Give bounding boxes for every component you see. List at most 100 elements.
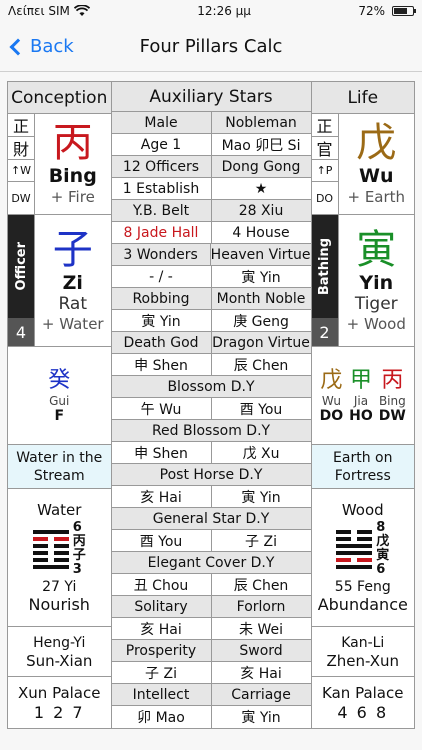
star-value[interactable]: Mao 卯巳 Si xyxy=(210,134,311,155)
star-header-row: General Star D.Y xyxy=(111,508,311,530)
star-value[interactable]: 亥 Hai xyxy=(112,618,211,639)
star-value[interactable]: 8 Jade Hall xyxy=(112,222,211,243)
hexagram-name: Nourish xyxy=(28,595,90,614)
hidden-stem-code: DW xyxy=(378,407,406,424)
star-value[interactable]: 寅 Yin xyxy=(210,486,311,507)
star-value[interactable]: 酉 You xyxy=(210,398,311,419)
star-header-label: Elegant Cover D.Y xyxy=(147,554,275,571)
hexagram-side-3: 寅 xyxy=(376,548,390,563)
star-value[interactable]: 卯 Mao xyxy=(112,706,211,728)
star-header-label: Sword xyxy=(210,640,311,661)
ten-god-char-2: 財 xyxy=(8,137,34,160)
hidden-stem-code: DO xyxy=(319,407,344,424)
nayin-cell[interactable]: Earth on Fortress xyxy=(311,445,415,489)
clock-text: 12:26 μμ xyxy=(197,4,251,18)
star-value[interactable]: 子 Zi xyxy=(112,662,211,683)
star-header-row: Prosperity Sword xyxy=(111,640,311,662)
star-value[interactable]: 申 Shen xyxy=(112,354,211,375)
star-value-row: 亥 Hai 寅 Yin xyxy=(111,486,311,508)
chevron-left-icon xyxy=(9,38,27,55)
branch-animal: Rat xyxy=(58,293,88,314)
star-header-label: Dragon Virtue xyxy=(210,332,311,353)
star-value[interactable]: 子 Zi xyxy=(210,530,311,551)
back-button[interactable]: Back xyxy=(0,36,74,57)
star-value[interactable]: 寅 Yin xyxy=(112,310,211,331)
polarity-tag: DO xyxy=(315,191,334,205)
star-header-label: Heaven Virtue xyxy=(209,244,311,265)
conception-branch-cell[interactable]: Officer 4 子 Zi Rat + Water xyxy=(8,215,111,347)
star-value[interactable]: 戊 Xu xyxy=(210,442,311,463)
strength-tag: ↑P xyxy=(311,160,338,182)
palace-cell: Xun Palace 1 2 7 xyxy=(8,677,111,728)
nayin-cell[interactable]: Water in the Stream xyxy=(8,445,111,489)
star-value-row: 丑 Chou 辰 Chen xyxy=(111,574,311,596)
strength-tag: ↑W xyxy=(8,160,34,182)
star-value[interactable]: 辰 Chen xyxy=(210,354,311,375)
branch-element: + Wood xyxy=(346,314,406,333)
star-value[interactable]: 申 Shen xyxy=(112,442,211,463)
hexagram-number: 55 Feng xyxy=(334,579,391,595)
star-header-row: Blossom D.Y xyxy=(111,376,311,398)
stem-pinyin: Bing xyxy=(48,165,97,187)
star-header-row: 3 Wonders Heaven Virtue xyxy=(111,244,311,266)
star-value-row: 亥 Hai 未 Wei xyxy=(111,618,311,640)
polarity-tag: DW xyxy=(11,191,31,205)
star-header-label: 3 Wonders xyxy=(123,246,198,263)
star-value[interactable]: 庚 Geng xyxy=(210,310,311,331)
hexagram-cell[interactable]: Water 6 丙 子 3 27 Yi Nourish xyxy=(8,489,111,627)
hidden-stem-char: 戊 xyxy=(320,367,343,393)
star-value[interactable]: 酉 You xyxy=(112,530,211,551)
branch-pinyin: Zi xyxy=(62,271,83,294)
growth-stage-number: 4 xyxy=(8,318,34,346)
palace-name: Xun Palace xyxy=(18,683,101,702)
star-value-row: 卯 Mao 寅 Yin xyxy=(112,706,311,728)
star-value[interactable]: Age 1 xyxy=(112,134,211,155)
palace-name: Kan Palace xyxy=(322,683,404,702)
star-header-label: Y.B. Belt xyxy=(132,202,190,219)
hexagram-side-1: 8 xyxy=(376,520,386,535)
star-value[interactable]: - / - xyxy=(112,266,211,287)
star-value[interactable]: 午 Wu xyxy=(112,398,211,419)
battery-percent: 72% xyxy=(358,4,385,18)
star-value[interactable]: 丑 Chou xyxy=(112,574,211,595)
hidden-stem-pinyin: Bing xyxy=(378,393,406,408)
ten-god-char-1: 正 xyxy=(311,114,338,137)
star-header-row: Post Horse D.Y xyxy=(111,464,311,486)
hidden-stem-char: 癸 xyxy=(48,367,71,393)
hexagram-icon xyxy=(336,529,373,569)
navigation-bar: Back Four Pillars Calc xyxy=(0,22,422,72)
star-value[interactable]: 1 Establish xyxy=(112,178,211,199)
star-value[interactable]: 辰 Chen xyxy=(210,574,311,595)
star-header-label: Death God xyxy=(123,334,199,351)
star-value[interactable]: 亥 Hai xyxy=(210,662,311,683)
star-value[interactable]: 寅 Yin xyxy=(210,266,311,287)
hidden-stem-char: 丙 xyxy=(381,367,404,393)
star-value-row: 酉 You 子 Zi xyxy=(111,530,311,552)
auxiliary-stars-grid: Male Nobleman Age 1 Mao 卯巳 Si 12 Officers Don… xyxy=(111,112,311,728)
life-stem-cell[interactable]: 正 官 ↑P DO 戊 Wu + Earth xyxy=(311,114,415,215)
hexagram-element: Water xyxy=(37,501,82,519)
star-value[interactable]: 4 House xyxy=(210,222,311,243)
star-value[interactable]: 未 Wei xyxy=(210,618,311,639)
star-header-label: Post Horse D.Y xyxy=(159,466,263,483)
hexagram-cell[interactable]: Wood 8 戊 寅 6 55 Feng Abundance xyxy=(311,489,415,627)
star-value-row: Age 1 Mao 卯巳 Si xyxy=(111,134,311,156)
stem-character: 丙 xyxy=(52,120,93,166)
star-header-row: Death God Dragon Virtue xyxy=(111,332,311,354)
hexagram-side-3: 子 xyxy=(72,548,86,563)
back-label: Back xyxy=(30,36,74,57)
growth-stage-label: Bathing xyxy=(311,215,338,318)
life-branch-cell[interactable]: Bathing 2 寅 Yin Tiger + Wood xyxy=(311,215,415,347)
star-value-row: 寅 Yin 庚 Geng xyxy=(111,310,311,332)
conception-stem-cell[interactable]: 正 財 ↑W DW 丙 Bing + Fire xyxy=(8,114,111,215)
star-value[interactable]: 亥 Hai xyxy=(112,486,211,507)
star-value[interactable]: ★ xyxy=(210,178,311,199)
hexagram-side-2: 戊 xyxy=(376,534,390,549)
star-value-row: 申 Shen 辰 Chen xyxy=(111,354,311,376)
star-value[interactable]: 寅 Yin xyxy=(210,706,311,728)
star-header-label: Forlorn xyxy=(210,596,311,617)
pillars-table: Conception 正 財 ↑W DW 丙 Bing + Fire Offic… xyxy=(7,81,415,729)
star-header-row: Intellect Carriage xyxy=(111,684,311,706)
battery-icon xyxy=(391,6,416,16)
branch-element: + Water xyxy=(41,314,104,333)
